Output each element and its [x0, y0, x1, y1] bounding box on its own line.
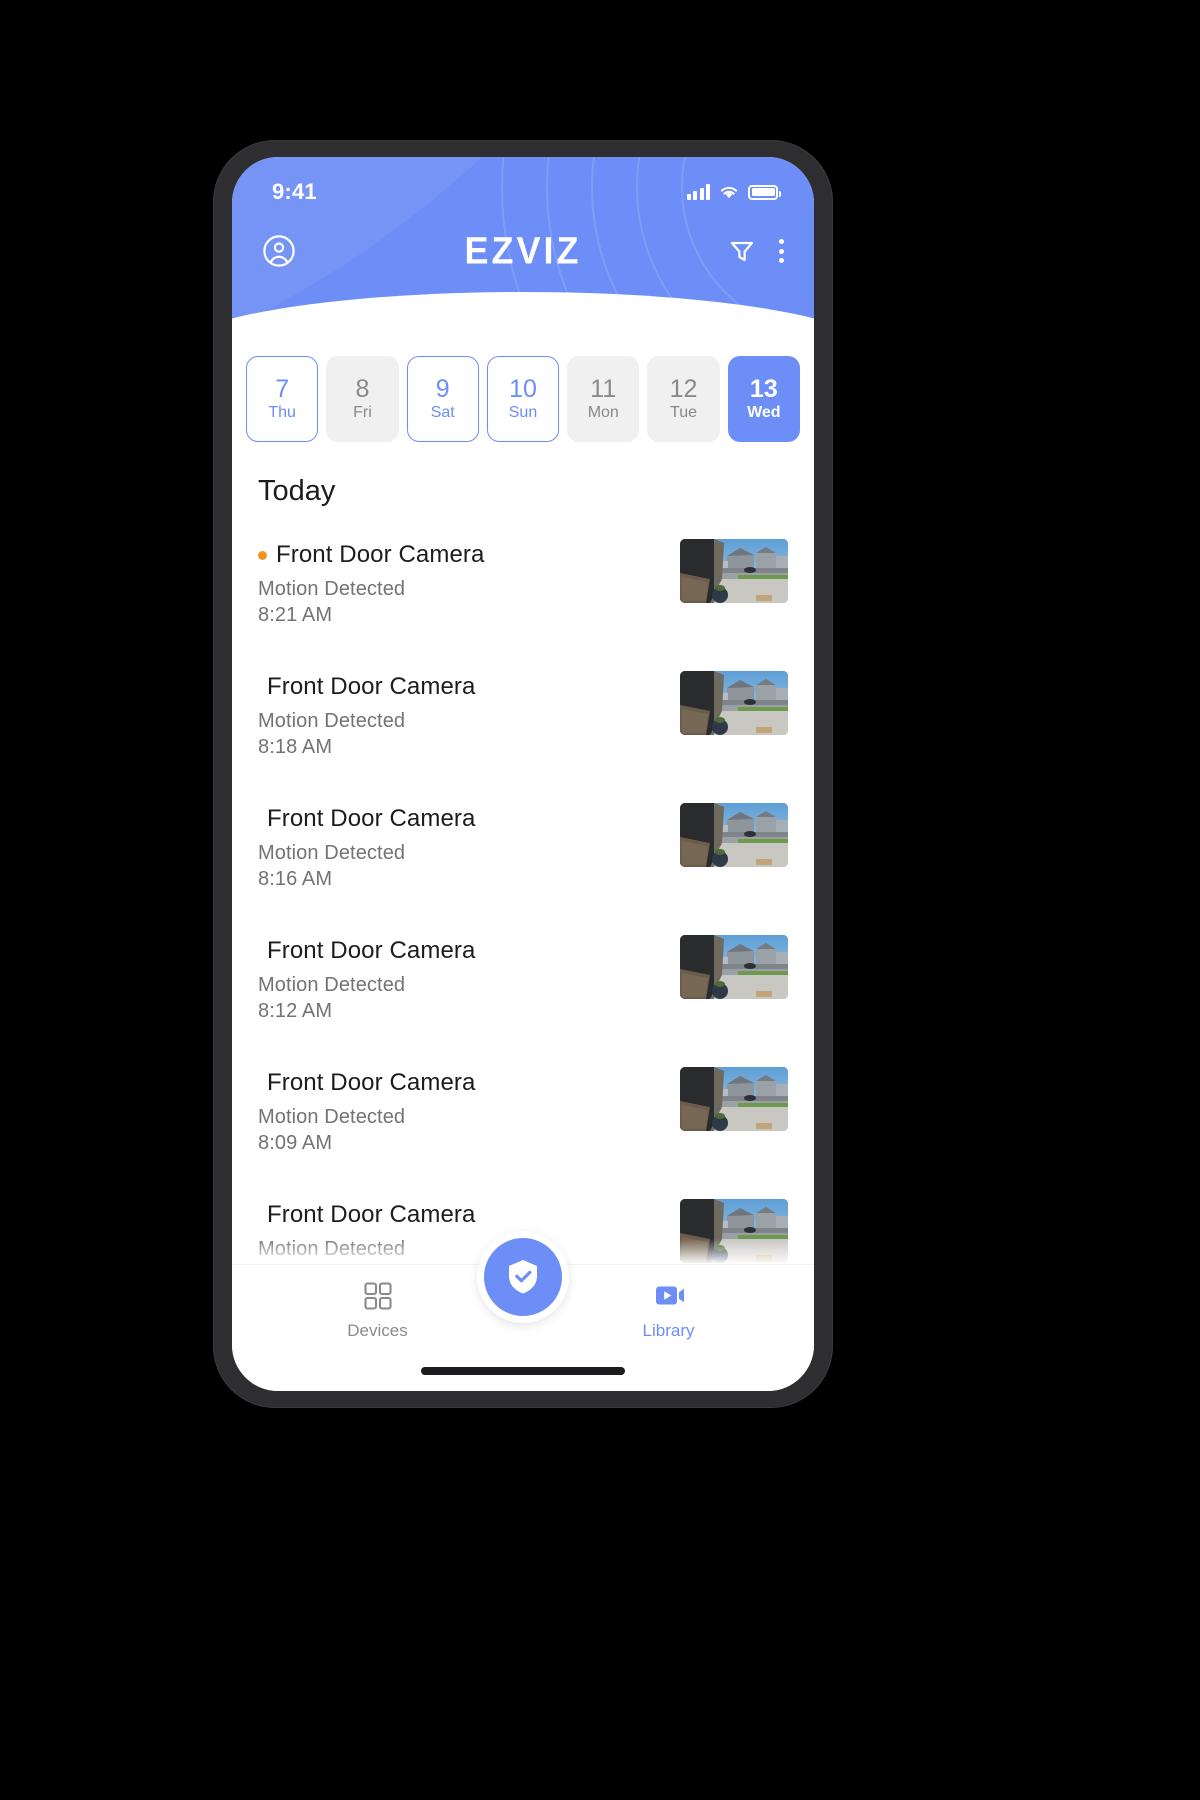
shield-check-icon	[509, 1260, 537, 1294]
battery-full-icon	[748, 184, 781, 200]
event-info: Front Door Camera Motion Detected 8:09 A…	[258, 1065, 475, 1155]
date-chip-weekday: Sun	[508, 404, 538, 422]
list-item[interactable]: Front Door Camera Motion Detected 8:12 A…	[232, 921, 814, 1053]
date-chip-8[interactable]: 8 Fri	[326, 356, 399, 442]
home-indicator	[421, 1367, 625, 1375]
date-chip-number: 9	[435, 375, 450, 404]
doorbell-fisheye-thumbnail[interactable]	[680, 1067, 788, 1131]
doorbell-fisheye-thumbnail[interactable]	[680, 935, 788, 999]
filter-funnel-icon[interactable]	[727, 236, 757, 266]
event-info: Front Door Camera Motion Detected 8:18 A…	[258, 669, 475, 759]
event-title-line: Front Door Camera	[258, 541, 484, 569]
status-bar-icons	[686, 184, 781, 200]
event-type: Motion Detected	[258, 1238, 406, 1260]
grid-squares-icon	[363, 1282, 392, 1310]
section-title-today: Today	[258, 475, 336, 507]
event-camera-name: Front Door Camera	[267, 1201, 476, 1228]
date-chip-number: 7	[275, 375, 290, 404]
list-item[interactable]: Front Door Camera Motion Detected 8:16 A…	[232, 789, 814, 921]
date-chip-weekday: Wed	[747, 404, 781, 422]
list-item[interactable]: Front Door Camera Motion Detected 8:09 A…	[232, 1053, 814, 1185]
event-info: Front Door Camera Motion Detected 8:21 A…	[258, 537, 484, 627]
date-chip-weekday: Mon	[587, 404, 619, 422]
shield-check-fab-button[interactable]	[477, 1231, 569, 1323]
event-type: Motion Detected	[258, 842, 406, 864]
date-chip-number: 10	[509, 375, 537, 404]
status-bar: 9:41	[232, 157, 814, 213]
doorbell-fisheye-thumbnail[interactable]	[680, 803, 788, 867]
list-item[interactable]: Front Door Camera Motion Detected 8:18 A…	[232, 657, 814, 789]
doorbell-fisheye-thumbnail[interactable]	[680, 539, 788, 603]
event-camera-name: Front Door Camera	[267, 673, 476, 700]
status-bar-time: 9:41	[272, 179, 317, 204]
event-time: 8:16 AM	[258, 868, 333, 890]
event-list[interactable]: Front Door Camera Motion Detected 8:21 A…	[232, 525, 814, 1315]
event-title-line: Front Door Camera	[258, 1201, 475, 1229]
event-time: 8:18 AM	[258, 736, 333, 758]
event-camera-name: Front Door Camera	[267, 937, 476, 964]
bottom-tab-bar: Devices Library	[232, 1231, 814, 1391]
event-info: Front Door Camera Motion Detected	[258, 1197, 475, 1264]
phone-screen: 9:41 EZVIZ 7 Thu 8 Fri 9 Sat 10 Sun 11 M…	[232, 157, 814, 1391]
event-type: Motion Detected	[258, 1106, 406, 1128]
date-chip-13[interactable]: 13 Wed	[727, 356, 800, 442]
event-info: Front Door Camera Motion Detected 8:12 A…	[258, 933, 475, 1023]
navbar-right-actions	[727, 236, 784, 266]
date-chip-weekday: Thu	[268, 404, 296, 422]
date-chip-number: 11	[590, 375, 617, 404]
date-chip-number: 8	[355, 375, 370, 404]
list-item[interactable]: Front Door Camera Motion Detected 8:21 A…	[232, 525, 814, 657]
date-chip-10[interactable]: 10 Sun	[486, 356, 560, 442]
event-type: Motion Detected	[258, 710, 406, 732]
event-info: Front Door Camera Motion Detected 8:16 A…	[258, 801, 475, 891]
date-chip-number: 13	[749, 375, 778, 404]
event-camera-name: Front Door Camera	[267, 1069, 476, 1096]
signal-bars-icon	[686, 184, 710, 200]
event-title-line: Front Door Camera	[258, 805, 475, 833]
event-camera-name: Front Door Camera	[267, 805, 476, 832]
event-type: Motion Detected	[258, 974, 406, 996]
app-navbar	[232, 213, 814, 289]
screenshot-stage: 9:41 EZVIZ 7 Thu 8 Fri 9 Sat 10 Sun 11 M…	[0, 0, 1200, 1800]
event-type: Motion Detected	[258, 578, 406, 600]
navbar-left-actions	[262, 234, 296, 268]
event-time: 8:12 AM	[258, 1000, 333, 1022]
tab-label-library: Library	[642, 1321, 695, 1340]
doorbell-fisheye-thumbnail[interactable]	[680, 671, 788, 735]
date-chip-number: 12	[669, 375, 698, 404]
event-camera-name: Front Door Camera	[276, 541, 485, 568]
event-title-line: Front Door Camera	[258, 673, 475, 701]
account-circle-icon[interactable]	[262, 234, 296, 268]
date-chip-12[interactable]: 12 Tue	[647, 356, 720, 442]
event-time: 8:21 AM	[258, 604, 333, 626]
event-time: 8:09 AM	[258, 1132, 333, 1154]
event-title-line: Front Door Camera	[258, 937, 475, 965]
more-vertical-icon[interactable]	[779, 239, 784, 263]
date-selector-strip[interactable]: 7 Thu 8 Fri 9 Sat 10 Sun 11 Mon 12 Tue 1…	[232, 353, 814, 445]
phone-device-frame: 9:41 EZVIZ 7 Thu 8 Fri 9 Sat 10 Sun 11 M…	[213, 140, 833, 1408]
date-chip-weekday: Tue	[670, 404, 698, 422]
header-bottom-curve	[232, 292, 814, 347]
event-title-line: Front Door Camera	[258, 1069, 475, 1097]
date-chip-weekday: Sat	[430, 404, 455, 422]
date-chip-9[interactable]: 9 Sat	[406, 356, 479, 442]
wifi-icon	[720, 186, 738, 199]
date-chip-11[interactable]: 11 Mon	[567, 356, 640, 442]
video-play-icon	[655, 1286, 684, 1305]
doorbell-fisheye-thumbnail[interactable]	[680, 1199, 788, 1263]
unread-dot-icon	[258, 550, 267, 560]
tab-label-devices: Devices	[347, 1321, 408, 1340]
date-chip-weekday: Fri	[353, 404, 372, 422]
date-chip-7[interactable]: 7 Thu	[246, 356, 319, 442]
